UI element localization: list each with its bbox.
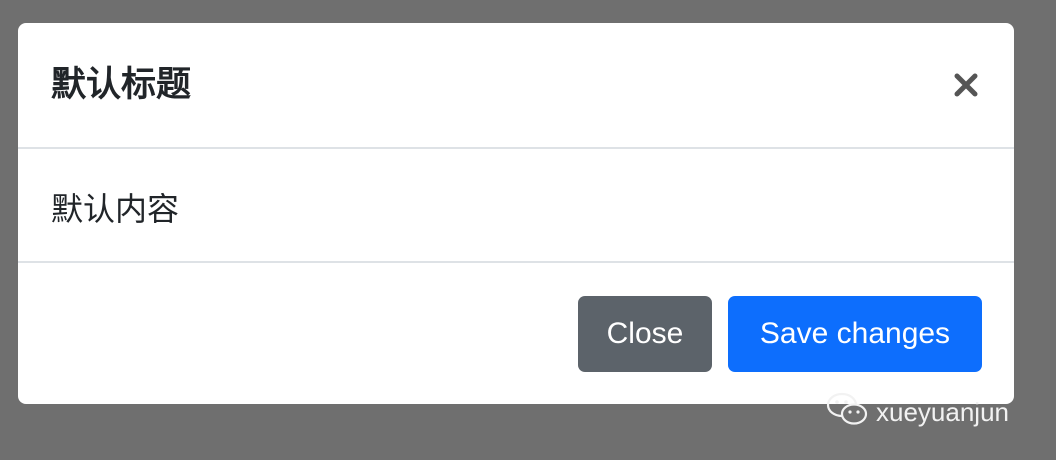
modal-header: 默认标题 (18, 23, 1014, 149)
modal-dialog: 默认标题 默认内容 Close Save changes (18, 23, 1014, 404)
modal-body: 默认内容 (18, 149, 1014, 263)
modal-title: 默认标题 (51, 65, 192, 105)
watermark-text: xueyuanjun (876, 396, 1009, 427)
modal-footer: Close Save changes (18, 263, 1014, 404)
modal-body-text: 默认内容 (51, 190, 180, 228)
save-changes-button[interactable]: Save changes (728, 296, 982, 372)
wechat-icon (826, 391, 876, 434)
close-icon[interactable] (946, 65, 986, 105)
watermark: xueyuanjun (826, 392, 1009, 432)
close-button[interactable]: Close (578, 296, 712, 372)
